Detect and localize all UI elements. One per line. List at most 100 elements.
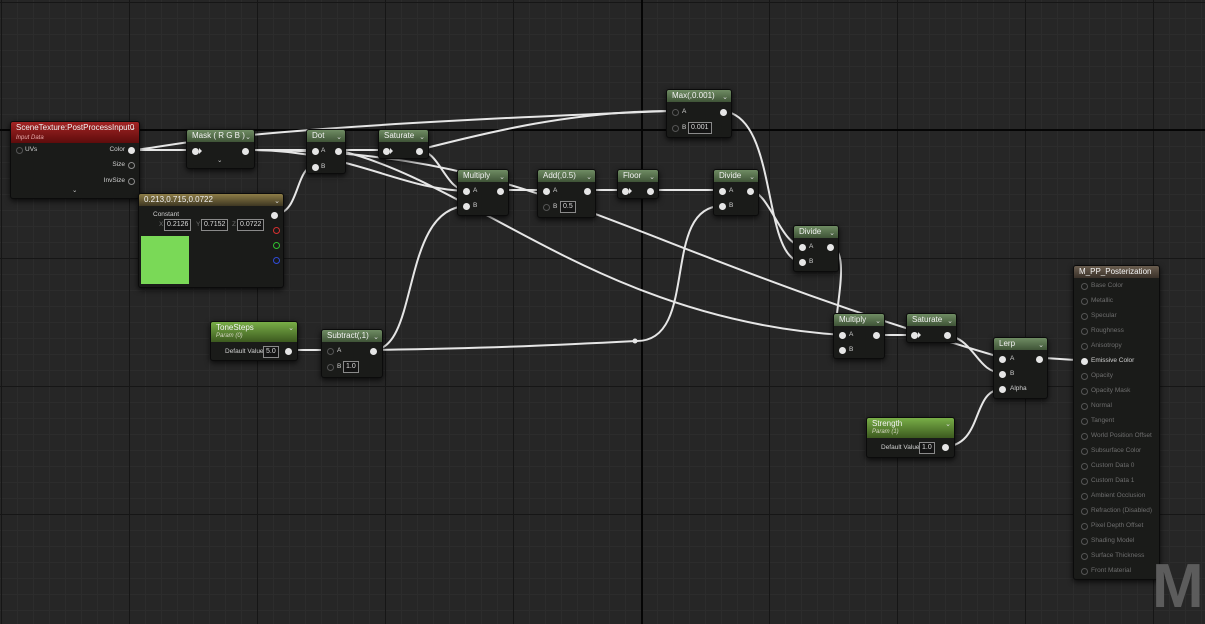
tonesteps-parameter-node[interactable]: ToneSteps Param (0) ⌄ Default Value 5.0 bbox=[210, 321, 298, 361]
material-input-pin[interactable] bbox=[1081, 493, 1088, 500]
collapse-chevron-icon[interactable]: ⌄ bbox=[947, 316, 953, 328]
divide-node[interactable]: Divide ⌄ A B bbox=[713, 169, 759, 216]
b-input-pin[interactable] bbox=[672, 125, 679, 132]
saturate-output-pin[interactable] bbox=[944, 332, 951, 339]
default-value-field[interactable]: 5.0 bbox=[263, 346, 279, 358]
z-value-field[interactable]: 0.0722 bbox=[237, 219, 265, 231]
collapse-chevron-icon[interactable]: ⌄ bbox=[419, 132, 425, 144]
material-input-pin[interactable] bbox=[1081, 283, 1088, 290]
dot-output-pin[interactable] bbox=[335, 148, 342, 155]
a-input-pin[interactable] bbox=[839, 332, 846, 339]
default-value-field[interactable]: 1.0 bbox=[919, 442, 935, 454]
max-node[interactable]: Max(,0.001) ⌄ A B 0.001 bbox=[666, 89, 732, 138]
mask-input-pin[interactable] bbox=[192, 148, 199, 155]
collapse-chevron-icon[interactable]: ⌄ bbox=[945, 420, 951, 429]
material-result-node[interactable]: M_PP_Posterization Base Color Metallic Spe… bbox=[1073, 265, 1160, 580]
uvs-input-pin[interactable] bbox=[16, 147, 23, 154]
collapse-chevron-icon[interactable]: ⌄ bbox=[749, 172, 755, 184]
r-output-pin[interactable] bbox=[273, 227, 280, 234]
material-input-pin[interactable] bbox=[1081, 463, 1088, 470]
collapse-chevron-icon[interactable]: ⌄ bbox=[336, 132, 342, 144]
b-input-pin[interactable] bbox=[543, 204, 550, 211]
node-header[interactable]: Max(,0.001) ⌄ bbox=[667, 90, 731, 102]
node-header[interactable]: Dot ⌄ bbox=[307, 130, 345, 142]
multiply-output-pin[interactable] bbox=[497, 188, 504, 195]
size-output-pin[interactable] bbox=[128, 162, 135, 169]
expand-chevron-icon[interactable]: ⌄ bbox=[217, 157, 222, 165]
invsize-output-pin[interactable] bbox=[128, 178, 135, 185]
constant3-vector-node[interactable]: 0.213,0.715,0.0722 ⌄ Constant X 0.2126 Y … bbox=[138, 193, 284, 288]
max-output-pin[interactable] bbox=[720, 109, 727, 116]
x-value-field[interactable]: 0.2126 bbox=[164, 219, 192, 231]
node-header[interactable]: Saturate ⌄ bbox=[907, 314, 956, 326]
b-value-field[interactable]: 0.5 bbox=[560, 201, 576, 213]
collapse-chevron-icon[interactable]: ⌄ bbox=[245, 132, 251, 144]
node-header[interactable]: Saturate ⌄ bbox=[379, 130, 428, 142]
lerp-output-pin[interactable] bbox=[1036, 356, 1043, 363]
collapse-chevron-icon[interactable]: ⌄ bbox=[875, 316, 881, 328]
saturate-input-pin[interactable] bbox=[383, 148, 390, 155]
collapse-chevron-icon[interactable]: ⌄ bbox=[649, 172, 655, 184]
b-input-pin[interactable] bbox=[719, 203, 726, 210]
collapse-chevron-icon[interactable]: ⌄ bbox=[288, 324, 294, 333]
lerp-node[interactable]: Lerp ⌄ A B Alpha bbox=[993, 337, 1048, 399]
node-header[interactable]: ToneSteps Param (0) ⌄ bbox=[211, 322, 297, 342]
collapse-chevron-icon[interactable]: ⌄ bbox=[130, 124, 136, 134]
node-header[interactable]: M_PP_Posterization bbox=[1074, 266, 1159, 278]
material-input-pin[interactable] bbox=[1081, 313, 1088, 320]
node-header[interactable]: Floor ⌄ bbox=[618, 170, 658, 182]
node-header[interactable]: Divide ⌄ bbox=[714, 170, 758, 182]
material-input-pin[interactable] bbox=[1081, 358, 1088, 365]
floor-output-pin[interactable] bbox=[647, 188, 654, 195]
scene-texture-node[interactable]: SceneTexture:PostProcessInput0 Input Data… bbox=[10, 121, 140, 199]
node-header[interactable]: Multiply ⌄ bbox=[834, 314, 884, 326]
collapse-chevron-icon[interactable]: ⌄ bbox=[722, 92, 728, 104]
expand-chevron-icon[interactable]: ⌄ bbox=[72, 187, 77, 195]
add-node[interactable]: Add(,0.5) ⌄ A B 0.5 bbox=[537, 169, 596, 218]
node-header[interactable]: Strength Param (1) ⌄ bbox=[867, 418, 954, 438]
b-input-pin[interactable] bbox=[327, 364, 334, 371]
dot-node[interactable]: Dot ⌄ A B bbox=[306, 129, 346, 174]
multiply-output-pin[interactable] bbox=[873, 332, 880, 339]
b-input-pin[interactable] bbox=[312, 164, 319, 171]
divide-output-pin[interactable] bbox=[747, 188, 754, 195]
y-value-field[interactable]: 0.7152 bbox=[201, 219, 229, 231]
divide-node-2[interactable]: Divide ⌄ A B bbox=[793, 225, 839, 272]
alpha-input-pin[interactable] bbox=[999, 386, 1006, 393]
strength-output-pin[interactable] bbox=[942, 444, 949, 451]
floor-node[interactable]: Floor ⌄ bbox=[617, 169, 659, 199]
node-header[interactable]: Add(,0.5) ⌄ bbox=[538, 170, 595, 182]
saturate-node-2[interactable]: Saturate ⌄ bbox=[906, 313, 957, 343]
multiply-node-2[interactable]: Multiply ⌄ A B bbox=[833, 313, 885, 359]
subtract-node[interactable]: Subtract(,1) ⌄ A B 1.0 bbox=[321, 329, 383, 378]
add-output-pin[interactable] bbox=[584, 188, 591, 195]
material-input-pin[interactable] bbox=[1081, 478, 1088, 485]
rgb-output-pin[interactable] bbox=[271, 212, 278, 219]
color-output-pin[interactable] bbox=[128, 147, 135, 154]
a-input-pin[interactable] bbox=[999, 356, 1006, 363]
multiply-node[interactable]: Multiply ⌄ A B bbox=[457, 169, 509, 216]
collapse-chevron-icon[interactable]: ⌄ bbox=[1038, 340, 1044, 352]
material-input-pin[interactable] bbox=[1081, 388, 1088, 395]
material-input-pin[interactable] bbox=[1081, 328, 1088, 335]
a-input-pin[interactable] bbox=[672, 109, 679, 116]
collapse-chevron-icon[interactable]: ⌄ bbox=[499, 172, 505, 184]
a-input-pin[interactable] bbox=[327, 348, 334, 355]
a-input-pin[interactable] bbox=[799, 244, 806, 251]
a-input-pin[interactable] bbox=[312, 148, 319, 155]
node-header[interactable]: Multiply ⌄ bbox=[458, 170, 508, 182]
tonesteps-output-pin[interactable] bbox=[285, 348, 292, 355]
node-header[interactable]: Subtract(,1) ⌄ bbox=[322, 330, 382, 342]
floor-input-pin[interactable] bbox=[622, 188, 629, 195]
material-input-pin[interactable] bbox=[1081, 553, 1088, 560]
material-input-pin[interactable] bbox=[1081, 373, 1088, 380]
material-input-pin[interactable] bbox=[1081, 343, 1088, 350]
g-output-pin[interactable] bbox=[273, 242, 280, 249]
b-input-pin[interactable] bbox=[999, 371, 1006, 378]
saturate-input-pin[interactable] bbox=[911, 332, 918, 339]
node-header[interactable]: 0.213,0.715,0.0722 ⌄ bbox=[139, 194, 283, 206]
strength-parameter-node[interactable]: Strength Param (1) ⌄ Default Value 1.0 bbox=[866, 417, 955, 458]
saturate-output-pin[interactable] bbox=[416, 148, 423, 155]
b-value-field[interactable]: 1.0 bbox=[343, 361, 359, 373]
mask-output-pin[interactable] bbox=[242, 148, 249, 155]
